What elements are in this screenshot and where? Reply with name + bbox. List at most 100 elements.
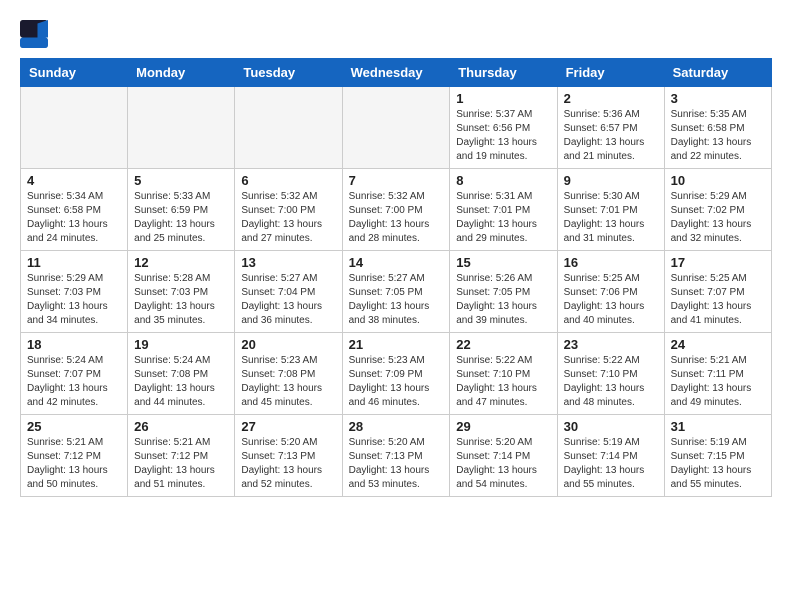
- day-info: Sunrise: 5:37 AM Sunset: 6:56 PM Dayligh…: [456, 108, 550, 164]
- day-number: 18: [27, 337, 121, 352]
- logo-icon: [20, 20, 48, 48]
- day-cell: 16Sunrise: 5:25 AM Sunset: 7:06 PM Dayli…: [557, 251, 664, 333]
- day-cell: 31Sunrise: 5:19 AM Sunset: 7:15 PM Dayli…: [664, 415, 771, 497]
- day-number: 29: [456, 419, 550, 434]
- day-number: 3: [671, 91, 765, 106]
- day-number: 17: [671, 255, 765, 270]
- day-number: 9: [564, 173, 658, 188]
- day-info: Sunrise: 5:20 AM Sunset: 7:13 PM Dayligh…: [241, 436, 335, 492]
- day-info: Sunrise: 5:30 AM Sunset: 7:01 PM Dayligh…: [564, 190, 658, 246]
- day-number: 28: [349, 419, 444, 434]
- day-cell: 9 Sunrise: 5:30 AM Sunset: 7:01 PM Daylig…: [557, 169, 664, 251]
- day-info: Sunrise: 5:32 AM Sunset: 7:00 PM Dayligh…: [241, 190, 335, 246]
- day-cell: 4 Sunrise: 5:34 AM Sunset: 6:58 PM Daylig…: [21, 169, 128, 251]
- week-row-3: 11Sunrise: 5:29 AM Sunset: 7:03 PM Dayli…: [21, 251, 772, 333]
- week-row-2: 4 Sunrise: 5:34 AM Sunset: 6:58 PM Daylig…: [21, 169, 772, 251]
- day-info: Sunrise: 5:31 AM Sunset: 7:01 PM Dayligh…: [456, 190, 550, 246]
- day-info: Sunrise: 5:28 AM Sunset: 7:03 PM Dayligh…: [134, 272, 228, 328]
- day-number: 23: [564, 337, 658, 352]
- day-number: 21: [349, 337, 444, 352]
- day-cell: 6 Sunrise: 5:32 AM Sunset: 7:00 PM Daylig…: [235, 169, 342, 251]
- day-cell: 17 Sunrise: 5:25 AM Sunset: 7:07 PM Dayli…: [664, 251, 771, 333]
- day-cell: 30 Sunrise: 5:19 AM Sunset: 7:14 PM Dayli…: [557, 415, 664, 497]
- day-info: Sunrise: 5:19 AM Sunset: 7:14 PM Dayligh…: [564, 436, 658, 492]
- day-number: 20: [241, 337, 335, 352]
- day-number: 6: [241, 173, 335, 188]
- day-number: 22: [456, 337, 550, 352]
- day-cell: [128, 87, 235, 169]
- day-cell: 28 Sunrise: 5:20 AM Sunset: 7:13 PM Dayli…: [342, 415, 450, 497]
- day-cell: [235, 87, 342, 169]
- day-number: 30: [564, 419, 658, 434]
- day-info: Sunrise: 5:33 AM Sunset: 6:59 PM Dayligh…: [134, 190, 228, 246]
- day-cell: 3 Sunrise: 5:35 AM Sunset: 6:58 PM Daylig…: [664, 87, 771, 169]
- weekday-header-thursday: Thursday: [450, 59, 557, 87]
- day-cell: 21 Sunrise: 5:23 AM Sunset: 7:09 PM Dayli…: [342, 333, 450, 415]
- day-info: Sunrise: 5:20 AM Sunset: 7:13 PM Dayligh…: [349, 436, 444, 492]
- day-info: Sunrise: 5:25 AM Sunset: 7:07 PM Dayligh…: [671, 272, 765, 328]
- day-cell: 13 Sunrise: 5:27 AM Sunset: 7:04 PM Dayli…: [235, 251, 342, 333]
- day-info: Sunrise: 5:34 AM Sunset: 6:58 PM Dayligh…: [27, 190, 121, 246]
- day-cell: 24Sunrise: 5:21 AM Sunset: 7:11 PM Dayli…: [664, 333, 771, 415]
- day-info: Sunrise: 5:29 AM Sunset: 7:02 PM Dayligh…: [671, 190, 765, 246]
- day-cell: 15 Sunrise: 5:26 AM Sunset: 7:05 PM Dayli…: [450, 251, 557, 333]
- day-cell: 26 Sunrise: 5:21 AM Sunset: 7:12 PM Dayli…: [128, 415, 235, 497]
- week-row-4: 18 Sunrise: 5:24 AM Sunset: 7:07 PM Dayli…: [21, 333, 772, 415]
- day-info: Sunrise: 5:23 AM Sunset: 7:08 PM Dayligh…: [241, 354, 335, 410]
- day-cell: [342, 87, 450, 169]
- day-cell: 8 Sunrise: 5:31 AM Sunset: 7:01 PM Daylig…: [450, 169, 557, 251]
- day-number: 8: [456, 173, 550, 188]
- day-number: 16: [564, 255, 658, 270]
- day-number: 13: [241, 255, 335, 270]
- day-cell: 12Sunrise: 5:28 AM Sunset: 7:03 PM Dayli…: [128, 251, 235, 333]
- day-cell: 22Sunrise: 5:22 AM Sunset: 7:10 PM Dayli…: [450, 333, 557, 415]
- day-cell: 1 Sunrise: 5:37 AM Sunset: 6:56 PM Daylig…: [450, 87, 557, 169]
- day-number: 19: [134, 337, 228, 352]
- weekday-header-tuesday: Tuesday: [235, 59, 342, 87]
- day-number: 1: [456, 91, 550, 106]
- day-number: 26: [134, 419, 228, 434]
- day-info: Sunrise: 5:24 AM Sunset: 7:07 PM Dayligh…: [27, 354, 121, 410]
- day-cell: 20 Sunrise: 5:23 AM Sunset: 7:08 PM Dayli…: [235, 333, 342, 415]
- day-cell: 18 Sunrise: 5:24 AM Sunset: 7:07 PM Dayli…: [21, 333, 128, 415]
- day-number: 14: [349, 255, 444, 270]
- day-info: Sunrise: 5:27 AM Sunset: 7:04 PM Dayligh…: [241, 272, 335, 328]
- day-cell: 14 Sunrise: 5:27 AM Sunset: 7:05 PM Dayli…: [342, 251, 450, 333]
- day-number: 5: [134, 173, 228, 188]
- weekday-header-sunday: Sunday: [21, 59, 128, 87]
- day-info: Sunrise: 5:21 AM Sunset: 7:12 PM Dayligh…: [134, 436, 228, 492]
- day-number: 10: [671, 173, 765, 188]
- day-cell: 29Sunrise: 5:20 AM Sunset: 7:14 PM Dayli…: [450, 415, 557, 497]
- calendar-table: SundayMondayTuesdayWednesdayThursdayFrid…: [20, 58, 772, 497]
- day-info: Sunrise: 5:26 AM Sunset: 7:05 PM Dayligh…: [456, 272, 550, 328]
- day-cell: 23 Sunrise: 5:22 AM Sunset: 7:10 PM Dayli…: [557, 333, 664, 415]
- day-info: Sunrise: 5:32 AM Sunset: 7:00 PM Dayligh…: [349, 190, 444, 246]
- day-cell: 5 Sunrise: 5:33 AM Sunset: 6:59 PM Daylig…: [128, 169, 235, 251]
- weekday-header-friday: Friday: [557, 59, 664, 87]
- day-number: 2: [564, 91, 658, 106]
- day-cell: [21, 87, 128, 169]
- day-number: 25: [27, 419, 121, 434]
- header: [20, 20, 772, 48]
- day-info: Sunrise: 5:22 AM Sunset: 7:10 PM Dayligh…: [564, 354, 658, 410]
- day-cell: 25Sunrise: 5:21 AM Sunset: 7:12 PM Dayli…: [21, 415, 128, 497]
- day-cell: 11Sunrise: 5:29 AM Sunset: 7:03 PM Dayli…: [21, 251, 128, 333]
- day-number: 27: [241, 419, 335, 434]
- weekday-header-row: SundayMondayTuesdayWednesdayThursdayFrid…: [21, 59, 772, 87]
- day-cell: 27 Sunrise: 5:20 AM Sunset: 7:13 PM Dayli…: [235, 415, 342, 497]
- day-info: Sunrise: 5:35 AM Sunset: 6:58 PM Dayligh…: [671, 108, 765, 164]
- day-cell: 10 Sunrise: 5:29 AM Sunset: 7:02 PM Dayli…: [664, 169, 771, 251]
- week-row-1: 1 Sunrise: 5:37 AM Sunset: 6:56 PM Daylig…: [21, 87, 772, 169]
- day-info: Sunrise: 5:23 AM Sunset: 7:09 PM Dayligh…: [349, 354, 444, 410]
- weekday-header-saturday: Saturday: [664, 59, 771, 87]
- weekday-header-monday: Monday: [128, 59, 235, 87]
- day-info: Sunrise: 5:24 AM Sunset: 7:08 PM Dayligh…: [134, 354, 228, 410]
- day-number: 15: [456, 255, 550, 270]
- day-info: Sunrise: 5:27 AM Sunset: 7:05 PM Dayligh…: [349, 272, 444, 328]
- day-number: 11: [27, 255, 121, 270]
- day-info: Sunrise: 5:19 AM Sunset: 7:15 PM Dayligh…: [671, 436, 765, 492]
- weekday-header-wednesday: Wednesday: [342, 59, 450, 87]
- day-number: 7: [349, 173, 444, 188]
- day-number: 4: [27, 173, 121, 188]
- day-info: Sunrise: 5:36 AM Sunset: 6:57 PM Dayligh…: [564, 108, 658, 164]
